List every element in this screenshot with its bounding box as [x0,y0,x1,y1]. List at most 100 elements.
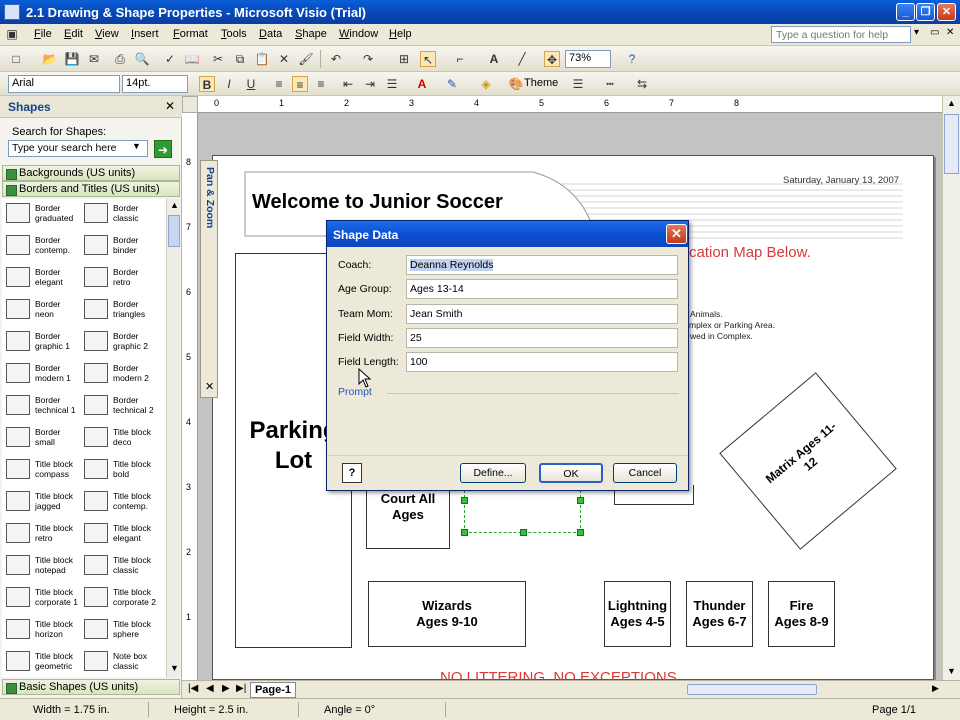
close-icon[interactable]: ✕ [205,380,214,393]
stencil-shape-item[interactable]: Border classic [80,199,156,229]
stencil-shape-item[interactable]: Title block bold [80,455,156,485]
pointer-tool-icon[interactable]: ↖ [420,51,436,67]
paste-icon[interactable]: 📋 [254,51,270,67]
scroll-up-icon[interactable]: ▲ [947,98,956,108]
menu-shape[interactable]: Shape [295,28,327,40]
decrease-indent-icon[interactable]: ⇤ [340,76,356,92]
scroll-down-icon[interactable]: ▼ [170,663,179,673]
help-dropdown-icon[interactable]: ▾ [914,27,919,38]
vertical-scrollbar[interactable]: ▲ ▼ [942,96,960,680]
stencil-shape-item[interactable]: Border triangles [80,295,156,325]
scroll-down-icon[interactable]: ▼ [947,666,956,676]
date-text[interactable]: Saturday, January 13, 2007 [783,175,899,186]
menu-edit[interactable]: Edit [64,28,83,40]
stencil-shape-item[interactable]: Title block corporate 2 [80,583,156,613]
menu-view[interactable]: View [95,28,119,40]
stencil-shape-item[interactable]: Border modern 2 [80,359,156,389]
selection-handle[interactable] [461,529,468,536]
bullets-icon[interactable]: ☰ [384,76,400,92]
stencil-scrollbar[interactable]: ▲ ▼ [166,199,180,677]
cut-icon[interactable]: ✂ [210,51,226,67]
help-search-input[interactable]: Type a question for help [771,26,911,43]
permission-icon[interactable]: ✉ [86,51,102,67]
next-page-icon[interactable]: ▶ [222,683,230,694]
fill-color-icon[interactable]: ◈ [478,76,494,92]
font-color-icon[interactable]: A [414,76,430,92]
stencil-backgrounds[interactable]: Backgrounds (US units) [2,165,180,181]
stencil-borders-titles[interactable]: Borders and Titles (US units) [2,181,180,197]
help-button[interactable]: ? [342,463,362,483]
first-page-icon[interactable]: |◀ [188,683,198,694]
team-mom-field[interactable]: Jean Smith [406,304,678,324]
stencil-shape-item[interactable]: Border binder [80,231,156,261]
thunder-field-shape[interactable]: Thunder Ages 6-7 [686,581,753,647]
open-icon[interactable]: 📂 [42,51,58,67]
zoom-select[interactable]: 73% [565,50,611,68]
search-go-button[interactable]: ➜ [154,140,172,158]
save-icon[interactable]: 💾 [64,51,80,67]
stencil-shape-item[interactable]: Border modern 1 [2,359,78,389]
font-select[interactable]: Arial [8,75,120,93]
shapes-window-icon[interactable]: ⊞ [396,51,412,67]
field-length-field[interactable]: 100 [406,352,678,372]
text-tool-icon[interactable]: A [486,51,502,67]
close-icon[interactable]: ✕ [165,99,175,113]
search-input[interactable]: Type your search here [8,140,148,157]
dialog-close-button[interactable]: ✕ [666,224,687,244]
stencil-shape-item[interactable]: Border graphic 2 [80,327,156,357]
stencil-shape-item[interactable]: Title block compass [2,455,78,485]
cancel-button[interactable]: Cancel [613,463,677,483]
stencil-shape-item[interactable]: Border retro [80,263,156,293]
menu-file[interactable]: File [34,28,52,40]
stencil-shape-item[interactable]: Title block jagged [2,487,78,517]
fire-field-shape[interactable]: Fire Ages 8-9 [768,581,835,647]
stencil-shape-item[interactable]: Title block notepad [2,551,78,581]
print-icon[interactable]: ⎙ [112,51,128,67]
stencil-shape-item[interactable]: Border contemp. [2,231,78,261]
ok-button[interactable]: OK [539,463,603,483]
help-icon[interactable]: ? [624,51,640,67]
close-button[interactable]: ✕ [937,3,956,21]
stencil-shape-item[interactable]: Title block horizon [2,615,78,645]
stencil-shape-item[interactable]: Title block corporate 1 [2,583,78,613]
format-painter-icon[interactable]: 🖌 [298,51,314,67]
location-map-text[interactable]: cation Map Below. [689,244,811,261]
scroll-up-icon[interactable]: ▲ [170,200,179,210]
pan-zoom-icon[interactable]: ✥ [544,51,560,67]
pan-zoom-window[interactable]: Pan & Zoom ✕ [200,160,218,398]
scroll-right-icon[interactable]: ▶ [932,683,939,694]
print-preview-icon[interactable]: 🔍 [134,51,150,67]
stencil-shape-item[interactable]: Note box classic [80,647,156,677]
age-group-field[interactable]: Ages 13-14 [406,279,678,299]
scroll-thumb[interactable] [168,215,180,247]
stencil-shape-item[interactable]: Border graphic 1 [2,327,78,357]
italic-icon[interactable]: I [221,76,237,92]
research-icon[interactable]: 📖 [184,51,200,67]
spelling-icon[interactable]: ✓ [162,51,178,67]
stencil-shape-item[interactable]: Title block deco [80,423,156,453]
selection-handle[interactable] [520,529,527,536]
stencil-shape-item[interactable]: Title block classic [80,551,156,581]
font-size-select[interactable]: 14pt. [122,75,188,93]
stencil-shape-item[interactable]: Border neon [2,295,78,325]
selection-handle[interactable] [461,497,468,504]
doc-restore-icon[interactable]: ▭ [930,27,939,38]
prev-page-icon[interactable]: ◀ [206,683,214,694]
scroll-thumb[interactable] [944,114,959,174]
court-shape[interactable]: Court All Ages [366,485,450,549]
minimize-button[interactable]: _ [896,3,915,21]
stencil-shape-item[interactable]: Border elegant [2,263,78,293]
stencil-shape-item[interactable]: Title block retro [2,519,78,549]
last-page-icon[interactable]: ▶| [236,683,246,694]
redo-icon[interactable]: ↷ [360,51,376,67]
stencil-shape-item[interactable]: Border technical 1 [2,391,78,421]
bold-icon[interactable]: B [199,76,215,92]
selection-handle[interactable] [577,529,584,536]
stencil-shape-item[interactable]: Border small [2,423,78,453]
align-center-icon[interactable]: ≡ [292,76,308,92]
define-button[interactable]: Define... [460,463,526,483]
stencil-shape-item[interactable]: Title block sphere [80,615,156,645]
horizontal-scroll-thumb[interactable] [687,684,817,695]
undo-icon[interactable]: ↶ [328,51,344,67]
delete-icon[interactable]: ✕ [276,51,292,67]
